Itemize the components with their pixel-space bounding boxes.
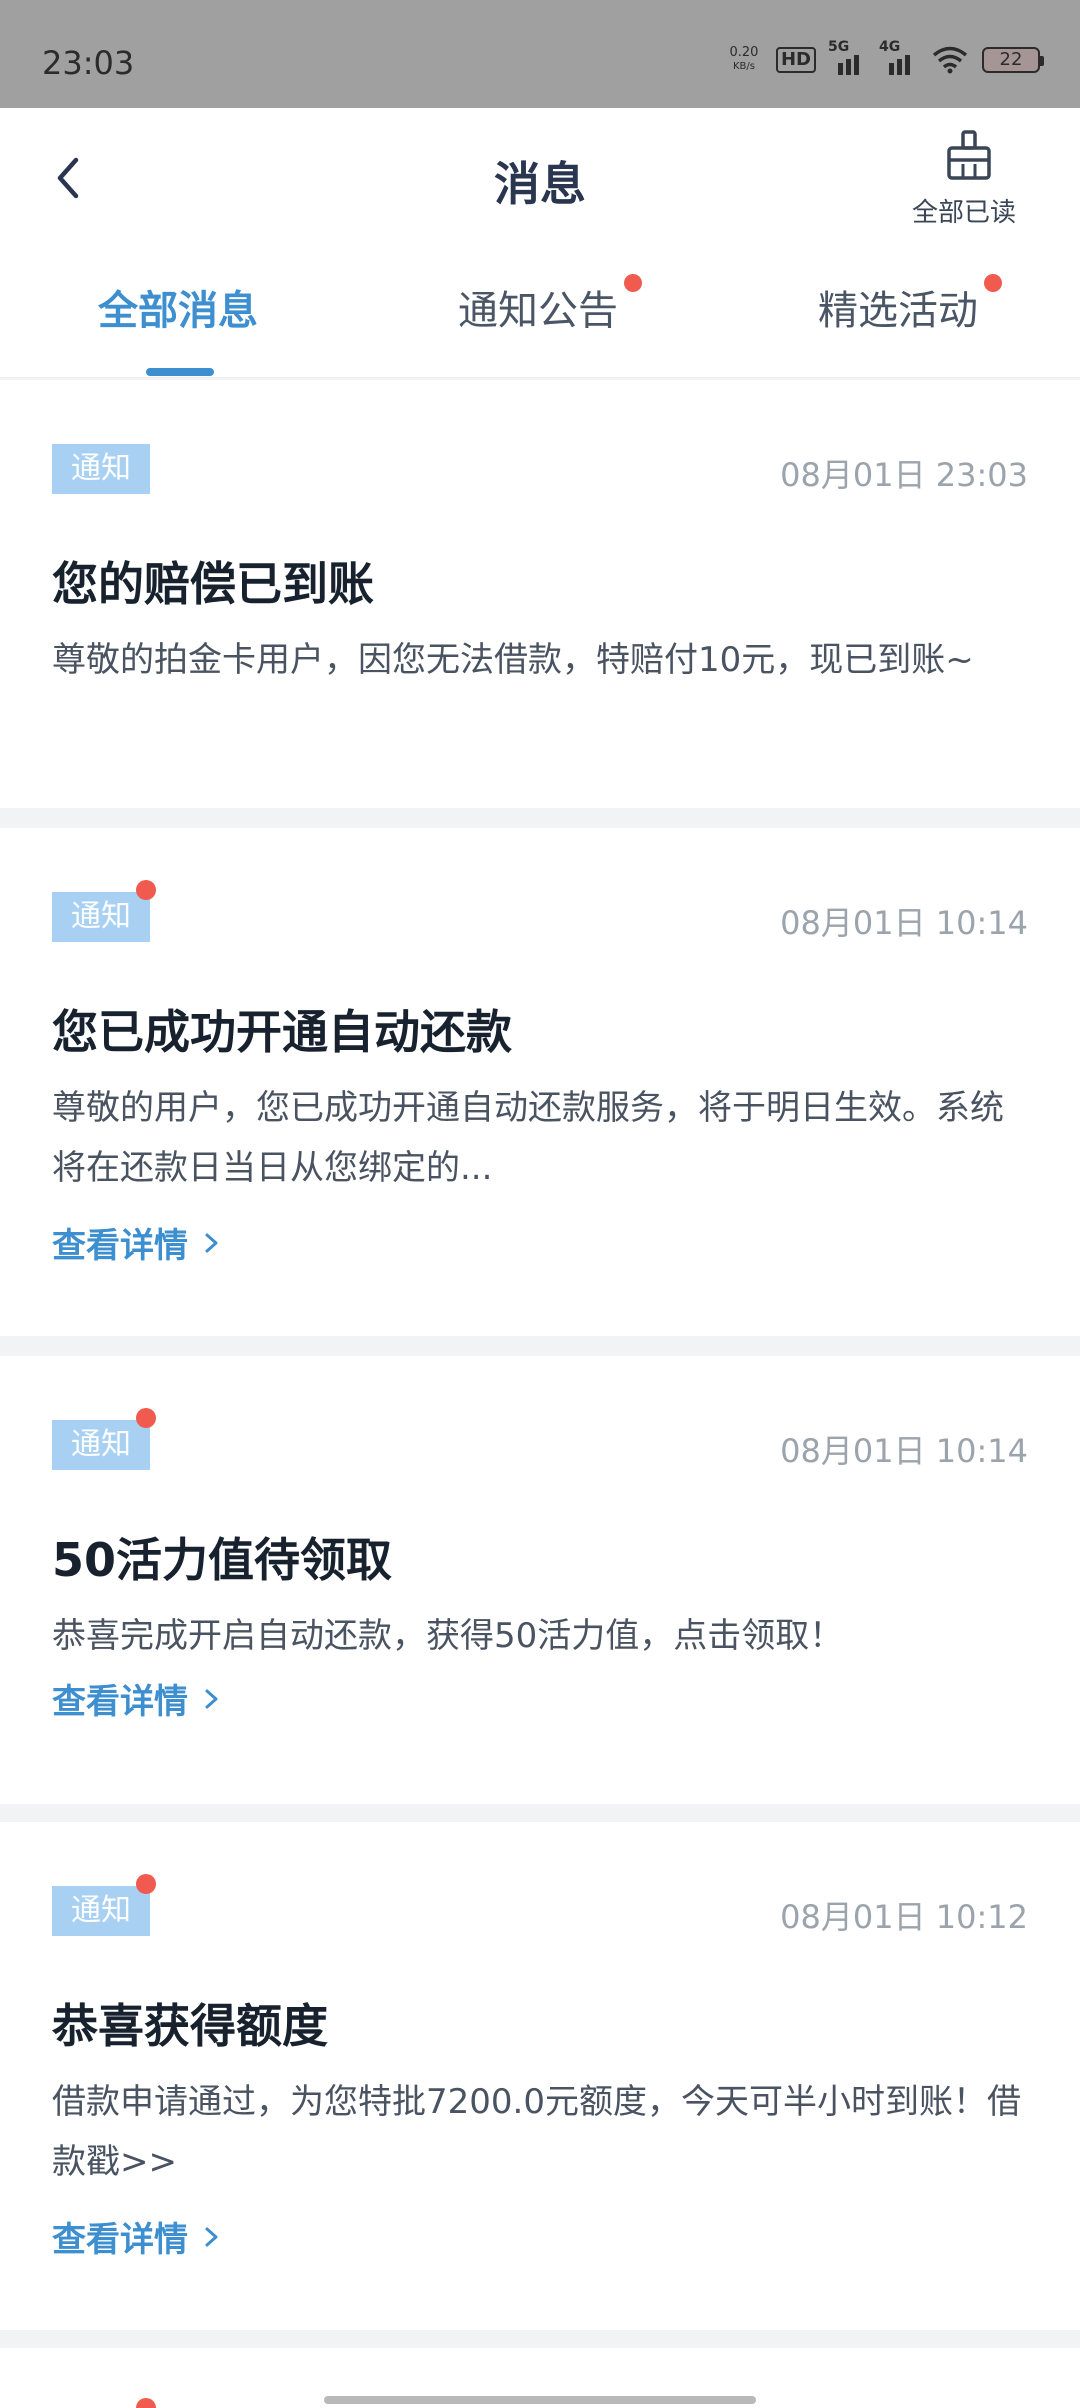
message-body: 尊敬的拍金卡用户，因您无法借款，特赔付10元，现已到账~ xyxy=(52,640,974,680)
tab-bar: 全部消息 通知公告 精选活动 xyxy=(0,248,1080,378)
status-time: 23:03 xyxy=(42,44,135,82)
message-body: 尊敬的用户，您已成功开通自动还款服务，将于明日生效。系统将在还款日当日从您绑定的… xyxy=(52,1088,1004,1188)
notice-badge: 通知 xyxy=(52,892,150,942)
unread-dot xyxy=(136,1874,156,1894)
net-speed: 0.20 KB/s xyxy=(726,46,762,74)
unread-dot xyxy=(136,2398,156,2408)
message-time: 08月01日 10:14 xyxy=(780,1432,1028,1470)
view-details-link[interactable]: 查看详情 xyxy=(52,2212,222,2261)
chevron-right-icon xyxy=(205,2227,218,2246)
battery-icon: 22 xyxy=(982,47,1044,73)
view-details-link[interactable]: 查看详情 xyxy=(52,1674,222,1723)
unread-dot xyxy=(984,274,1002,292)
view-details-label: 查看详情 xyxy=(52,1682,188,1722)
message-title: 50活力值待领取 xyxy=(52,1533,393,1587)
home-indicator[interactable] xyxy=(324,2396,756,2404)
message-title: 您的赔偿已到账 xyxy=(52,557,374,611)
message-time: 08月01日 10:14 xyxy=(780,904,1028,942)
message-body: 恭喜完成开启自动还款，获得50活力值，点击领取！ xyxy=(52,1616,844,1656)
signal-5g-label: 5G xyxy=(828,39,850,55)
mark-all-read-label: 全部已读 xyxy=(911,198,1016,228)
notice-badge: 通知 xyxy=(52,1886,150,1936)
message-time: 08月01日 23:03 xyxy=(780,456,1028,494)
message-card[interactable]: 通知 08月01日 10:14 您已成功开通自动还款 尊敬的用户，您已成功开通自… xyxy=(0,828,1080,1336)
view-details-link[interactable]: 查看详情 xyxy=(52,1218,222,1267)
wifi-icon xyxy=(932,46,968,74)
net-speed-unit: KB/s xyxy=(732,61,755,72)
message-title: 恭喜获得额度 xyxy=(52,1999,328,2053)
chevron-right-icon xyxy=(205,1689,218,1708)
tab-all-messages[interactable]: 全部消息 xyxy=(98,278,258,336)
mark-all-read-button[interactable]: 全部已读 xyxy=(912,128,1024,229)
header: 消息 全部已读 xyxy=(0,108,1080,248)
message-card[interactable]: 通知 08月01日 10:14 50活力值待领取 恭喜完成开启自动还款，获得50… xyxy=(0,1356,1080,1804)
active-tab-indicator xyxy=(146,368,214,376)
tab-all-messages-label: 全部消息 xyxy=(98,288,258,334)
signal-4g-label: 4G xyxy=(879,39,901,55)
unread-dot xyxy=(136,880,156,900)
signal-4g-icon: 4G xyxy=(879,39,918,75)
status-icons: 0.20 KB/s HD 5G 4G 22 xyxy=(726,39,1044,80)
tab-notices-label: 通知公告 xyxy=(458,288,618,334)
status-bar: 23:03 0.20 KB/s HD 5G 4G 22 xyxy=(0,0,1080,108)
view-details-label: 查看详情 xyxy=(52,1226,188,1266)
tab-featured-activities[interactable]: 精选活动 xyxy=(818,274,1002,336)
signal-5g-icon: 5G xyxy=(828,39,867,75)
tab-notices[interactable]: 通知公告 xyxy=(458,274,642,336)
message-card[interactable]: 通知 08月01日 23:03 您的赔偿已到账 尊敬的拍金卡用户，因您无法借款，… xyxy=(0,380,1080,808)
unread-dot xyxy=(624,274,642,292)
tab-featured-activities-label: 精选活动 xyxy=(818,288,978,334)
chevron-right-icon xyxy=(205,1233,218,1252)
message-body: 借款申请通过，为您特批7200.0元额度，今天可半小时到账！借款戳>> xyxy=(52,2082,1021,2182)
message-card[interactable]: 通知 08月01日 10:12 恭喜获得额度 借款申请通过，为您特批7200.0… xyxy=(0,1822,1080,2330)
notice-badge: 通知 xyxy=(52,1420,150,1470)
view-details-label: 查看详情 xyxy=(52,2220,188,2260)
message-title: 您已成功开通自动还款 xyxy=(52,1005,512,1059)
message-time: 08月01日 10:12 xyxy=(780,1898,1028,1936)
broom-icon xyxy=(947,130,991,180)
unread-dot xyxy=(136,1408,156,1428)
hd-voice-icon: HD xyxy=(775,47,816,73)
net-speed-value: 0.20 xyxy=(729,45,759,60)
notice-badge: 通知 xyxy=(52,444,150,494)
